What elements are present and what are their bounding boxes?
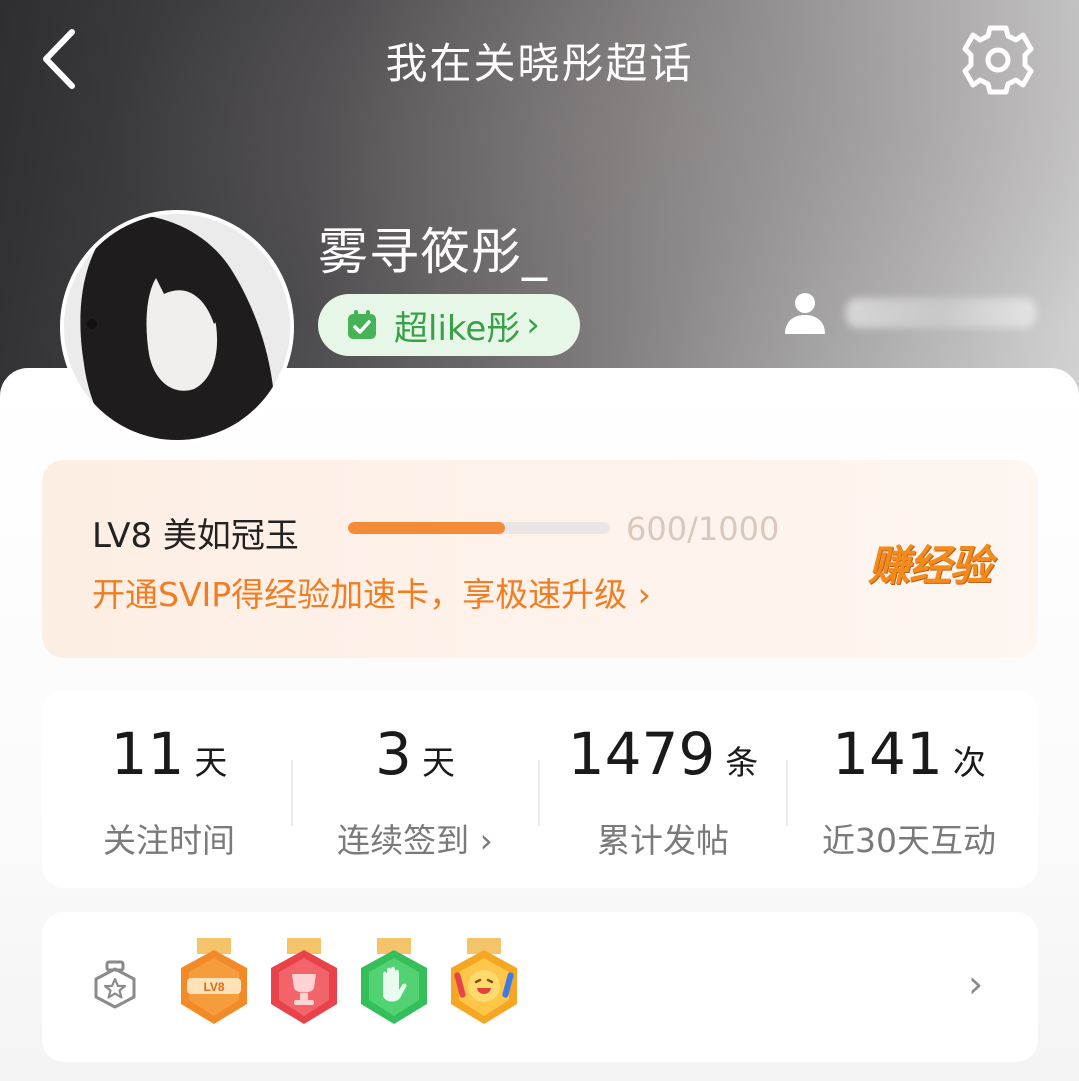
level-progress-text: 600/1000: [626, 510, 780, 548]
calendar-check-icon: [348, 310, 376, 339]
super-like-label: 超like彤: [394, 308, 521, 349]
super-like-chevron: ›: [526, 305, 540, 345]
badges-chevron[interactable]: ›: [968, 962, 983, 1006]
avatar-image: [64, 214, 290, 440]
username[interactable]: 雾寻筱彤_: [318, 212, 548, 284]
badge-wall-icon: [94, 960, 136, 1009]
stat-value: 3: [375, 720, 412, 788]
svg-text:LV8: LV8: [203, 980, 224, 994]
svip-promo-link[interactable]: 开通SVIP得经验加速卡，享极速升级 ›: [92, 568, 651, 616]
page-title: 我在关晓彤超话: [385, 39, 694, 88]
stat-value: 1479: [567, 720, 716, 788]
stat-value: 11: [110, 720, 185, 788]
stat-label: 累计发帖: [597, 821, 729, 860]
stat-unit: 条: [725, 743, 759, 782]
hand-badge-icon[interactable]: [357, 938, 431, 1030]
stat-unit: 天: [194, 743, 228, 782]
stat-label: 关注时间: [103, 821, 235, 860]
stat-value: 141: [832, 720, 943, 788]
lv-badge-icon[interactable]: LV8: [177, 938, 251, 1030]
settings-button[interactable]: [958, 20, 1038, 100]
gear-icon: [962, 25, 1034, 95]
blurred-text: [846, 298, 1036, 328]
level-progress-bar: [348, 522, 610, 534]
super-like-button[interactable]: 超like彤 ›: [318, 294, 580, 356]
level-progress-fill: [348, 522, 506, 534]
person-icon[interactable]: [782, 290, 828, 336]
cheer-badge-icon[interactable]: [447, 938, 521, 1030]
stat-unit: 次: [952, 743, 986, 782]
stat-follow-days: 11 天 关注时间: [46, 720, 292, 862]
trophy-badge-icon[interactable]: [267, 938, 341, 1030]
stat-interactions-30d: 141 次 近30天互动: [786, 720, 1032, 862]
stat-checkin-streak[interactable]: 3天 连续签到 ›: [292, 720, 538, 862]
earn-exp-button[interactable]: 赚经验: [868, 532, 992, 593]
stat-total-posts: 1479 条 累计发帖: [540, 720, 786, 862]
stat-label: 连续签到 ›: [337, 821, 493, 860]
stat-unit: 天: [421, 743, 455, 782]
level-name: LV8 美如冠玉: [92, 516, 299, 556]
avatar[interactable]: [60, 210, 294, 444]
stat-label: 近30天互动: [822, 821, 996, 860]
